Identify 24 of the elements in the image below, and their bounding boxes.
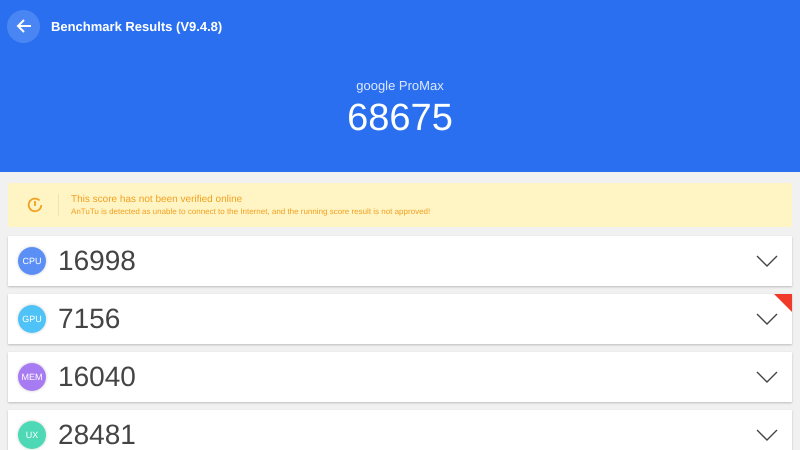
category-score: 16998 <box>58 245 137 277</box>
page-title: Benchmark Results (V9.4.8) <box>51 18 222 34</box>
category-score: 28481 <box>58 419 137 450</box>
category-score: 7156 <box>58 303 122 335</box>
chevron-icon[interactable] <box>756 429 778 441</box>
total-score: 68675 <box>347 97 453 140</box>
category-badge: GPU <box>18 305 46 333</box>
warning-title: This score has not been verified online <box>71 194 244 205</box>
device-name: google ProMax <box>356 78 444 93</box>
chevron-icon[interactable] <box>756 313 778 325</box>
category-badge: UX <box>18 421 46 449</box>
category-badge: CPU <box>18 247 46 275</box>
chevron-icon[interactable] <box>756 371 778 383</box>
warning-icon <box>26 196 44 214</box>
warning-message: AnTuTu is detected as unable to connect to the Internet, and the running score result is not approved! <box>71 207 430 216</box>
chevron-icon[interactable] <box>756 255 778 267</box>
score-card[interactable]: CPU 16998 <box>8 236 792 286</box>
score-card[interactable]: MEM 16040 <box>8 352 792 402</box>
back-arrow-icon <box>14 17 32 35</box>
category-badge: MEM <box>18 363 46 391</box>
score-card[interactable]: GPU 7156 <box>8 294 792 344</box>
score-card[interactable]: UX 28481 <box>8 410 792 450</box>
category-score: 16040 <box>58 361 137 393</box>
back-button[interactable] <box>7 10 40 42</box>
